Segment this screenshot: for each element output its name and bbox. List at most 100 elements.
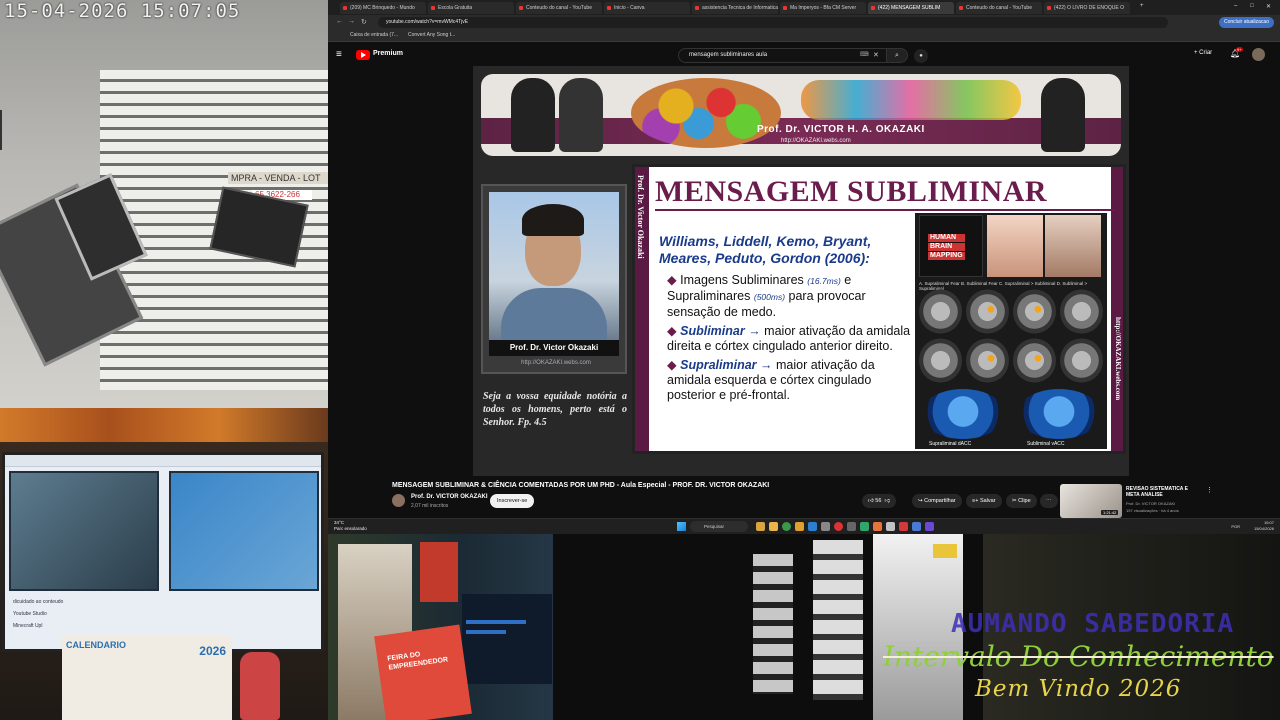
search-button[interactable]: ⌕ — [886, 48, 908, 63]
browser-tab-active[interactable]: (422) MENSAGEM SUBLIM — [868, 2, 954, 14]
channel-avatar[interactable] — [392, 494, 405, 507]
monitor-text: dicuidado ao conteudo — [13, 599, 64, 605]
monitor-text: Youtube Studio — [13, 611, 47, 617]
maximize-icon[interactable]: □ — [1250, 3, 1254, 9]
recommended-meta: 197 visualizações · há 4 anos — [1126, 508, 1179, 513]
back-icon[interactable]: ← — [336, 18, 343, 25]
language-indicator[interactable]: POR — [1231, 524, 1240, 529]
youtube-brand[interactable]: Premium — [373, 50, 403, 57]
brain-3d-render — [921, 389, 1005, 439]
bullet-icon: ◆ — [667, 358, 677, 372]
search-input[interactable]: mensagem subliminares aula — [678, 48, 888, 63]
fearful-face-photo — [1045, 215, 1101, 277]
close-window-icon[interactable]: ✕ — [1266, 3, 1271, 10]
slide-divider — [655, 209, 1115, 211]
bullet-text: Imagens Subliminares — [680, 273, 804, 287]
forward-icon[interactable]: → — [348, 18, 355, 25]
screen: MPRA - VENDA - LOT 65 3622-266 15-04-202… — [0, 0, 1280, 720]
app-icon[interactable] — [873, 522, 882, 531]
camera-feed-left: MPRA - VENDA - LOT 65 3622-266 15-04-202… — [0, 0, 328, 408]
menu-icon[interactable]: ≡ — [336, 49, 342, 60]
new-tab-icon[interactable]: + — [1140, 3, 1144, 9]
folder-icon[interactable] — [795, 522, 804, 531]
more-actions-button[interactable]: ⋯ — [1040, 494, 1058, 508]
save-button[interactable]: ≡+ Salvar — [966, 494, 1002, 508]
overlay-welcome: Bem Vindo 2026 — [975, 676, 1182, 702]
notification-badge: 9+ — [1236, 47, 1243, 52]
app-icon[interactable] — [925, 522, 934, 531]
app-icon[interactable] — [886, 522, 895, 531]
presenter-url: http://OKAZAKI.webs.com — [521, 360, 591, 366]
brain-scan — [1013, 338, 1056, 383]
share-button[interactable]: ↪ Compartilhar — [912, 494, 962, 508]
desk-calendar: CALENDARIO 2026 — [62, 636, 232, 720]
system-clock[interactable]: 15:07 15/04/2026 — [1254, 520, 1274, 532]
app-icon[interactable] — [847, 522, 856, 531]
bookmark-item[interactable]: Convert Any Song t... — [408, 32, 455, 38]
app-icon[interactable] — [834, 522, 843, 531]
thumbs-down-icon[interactable]: 👎︎ — [884, 498, 890, 504]
create-label: Criar — [1199, 50, 1213, 56]
address-bar: ← → ↻ youtube.com/watch?v=mvWMc4TjvE Con… — [328, 15, 1280, 30]
bullet-term: Supraliminar — [680, 358, 757, 372]
brain-scan-grid — [919, 289, 1103, 383]
slide-bullets: ◆ Imagens Subliminares (16.7ms) e Supral… — [667, 273, 917, 407]
avatar[interactable] — [1252, 48, 1265, 61]
create-button[interactable]: + Criar — [1194, 50, 1212, 56]
camera-timestamp: 15-04-2026 15:07:05 — [4, 0, 241, 22]
bullet-duration: (500ms) — [753, 292, 786, 302]
subscribe-button[interactable]: Inscrever-se — [490, 494, 535, 508]
slide-bullet: ◆ Imagens Subliminares (16.7ms) e Supral… — [667, 273, 917, 320]
minimize-icon[interactable]: – — [1234, 3, 1237, 9]
taskbar-search[interactable]: Pesquisar — [690, 521, 748, 532]
app-icon[interactable] — [899, 522, 908, 531]
browser-tab[interactable]: Conteudo do canal - YouTube — [956, 2, 1042, 14]
edge-icon[interactable] — [808, 522, 817, 531]
dark-monitor — [462, 594, 552, 684]
taskview-icon[interactable] — [756, 522, 765, 531]
video-player[interactable]: Prof. Dr. VICTOR H. A. OKAZAKI http://OK… — [473, 66, 1129, 476]
render-caption: Subliminal vACC — [1027, 441, 1065, 447]
clip-button[interactable]: ✂ Clipe — [1006, 494, 1037, 508]
recommended-channel: Prof. Dr. VICTOR OKAZAKI — [1126, 501, 1176, 506]
microphone-icon[interactable]: ● — [914, 49, 928, 63]
browser-tab[interactable]: (209) MC Brinquedo - Mundo — [340, 2, 426, 14]
yellow-object — [933, 544, 957, 558]
file-explorer-icon[interactable] — [769, 522, 778, 531]
weather-desc: Parc ensolarado — [334, 526, 367, 531]
bookmark-item[interactable]: Caixa de entrada (7... — [350, 32, 398, 38]
url-field[interactable]: youtube.com/watch?v=mvWMc4TjvE — [378, 17, 1168, 28]
clear-search-icon[interactable]: ✕ — [873, 51, 879, 59]
browser-tab[interactable]: assistencia Tecnica de Informatica — [692, 2, 778, 14]
app-icon[interactable] — [912, 522, 921, 531]
share-label: Compartilhar — [924, 498, 956, 504]
windows-start-icon[interactable] — [677, 522, 686, 531]
journal-title-line: BRAIN — [928, 243, 965, 251]
more-vert-icon[interactable]: ⋮ — [1206, 486, 1213, 494]
youtube-logo-icon[interactable] — [356, 50, 370, 60]
app-icon[interactable] — [821, 522, 830, 531]
browser-tab[interactable]: Conteudo do canal - YouTube — [516, 2, 602, 14]
journal-title-line: HUMAN — [928, 234, 965, 242]
banner-athlete-image — [559, 78, 603, 152]
browser-tab[interactable]: Inicio - Canva — [604, 2, 690, 14]
toy-figure — [240, 652, 280, 720]
chrome-icon[interactable] — [782, 522, 791, 531]
browser-tab[interactable]: (422) O LIVRO DE ENOQUE O — [1044, 2, 1130, 14]
slide-side-url: http://OKAZAKI.webs.com — [1114, 317, 1122, 401]
channel-name[interactable]: Prof. Dr. VICTOR OKAZAKI — [411, 494, 488, 500]
event-sign-text: FEIRA DO EMPREENDEDOR — [386, 651, 449, 672]
weather-widget[interactable]: 34°C Parc ensolarado — [334, 520, 367, 532]
like-button[interactable]: 👍︎ 56 👎︎ — [862, 494, 897, 508]
recommended-title[interactable]: REVISAO SISTEMATICA E META ANALISE — [1126, 486, 1202, 498]
browser-tab[interactable]: Escola Gratuita — [428, 2, 514, 14]
update-button[interactable]: Concluir atualizacao — [1218, 17, 1274, 28]
browser-tab[interactable]: Ma Imperyos - Bfa CM Server — [780, 2, 866, 14]
reload-icon[interactable]: ↻ — [361, 18, 367, 26]
bible-quote: Seja a vossa equidade notória a todos os… — [483, 391, 627, 428]
fearful-face-photo — [987, 215, 1043, 277]
keyboard-icon[interactable]: ⌨ — [860, 51, 869, 58]
red-object — [420, 542, 458, 602]
app-icon[interactable] — [860, 522, 869, 531]
monitor-text: Minecraft Upl — [13, 623, 43, 629]
